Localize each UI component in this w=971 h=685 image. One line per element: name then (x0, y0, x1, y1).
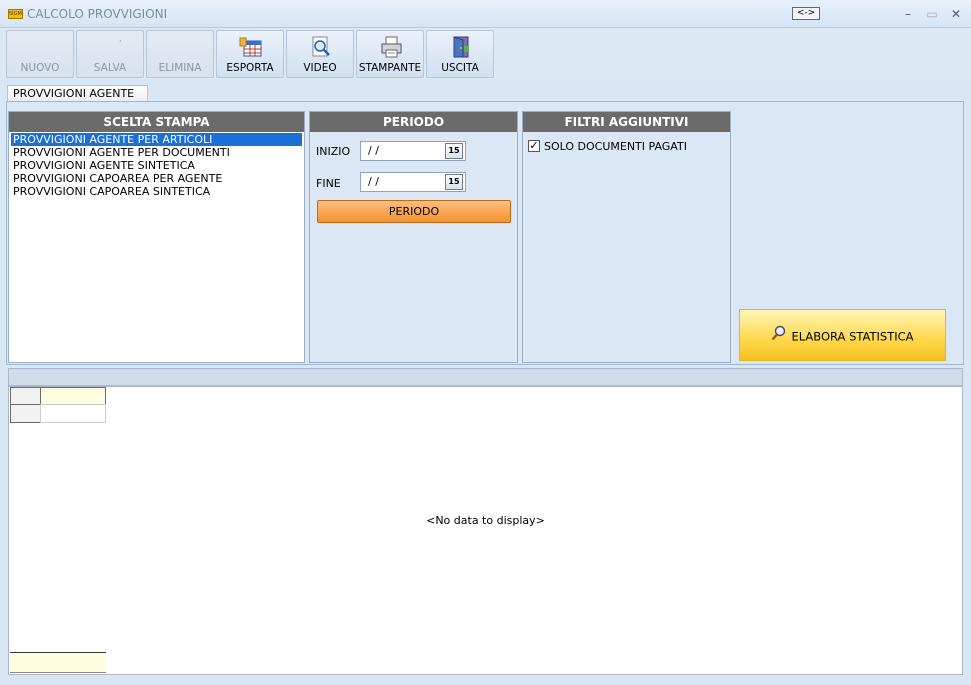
report-list-item[interactable]: PROVVIGIONI CAPOAREA PER AGENTE (11, 172, 302, 185)
nuovo-button[interactable]: NUOVO (6, 30, 74, 78)
solo-documenti-pagati-checkbox[interactable]: ✓ (528, 140, 540, 152)
uscita-button[interactable]: USCITA (426, 30, 494, 78)
printer-icon (381, 36, 402, 58)
grid-row-indicator (10, 387, 41, 405)
grid-footer-cell (10, 652, 106, 673)
grid-row-indicator (10, 404, 41, 423)
report-list-item[interactable]: PROVVIGIONI AGENTE PER DOCUMENTI (11, 146, 302, 159)
minimize-icon[interactable]: – (899, 6, 917, 22)
scelta-stampa-header: SCELTA STAMPA (9, 112, 304, 132)
fine-label: FINE (316, 177, 341, 190)
solo-documenti-pagati-label: SOLO DOCUMENTI PAGATI (544, 140, 687, 153)
salva-label: SALVA (93, 62, 127, 74)
uscita-label: USCITA (441, 62, 479, 74)
video-label: VIDEO (303, 62, 337, 74)
resize-toggle-button[interactable]: <-> (792, 7, 820, 20)
search-icon (771, 311, 787, 363)
stampante-button[interactable]: STAMPANTE (356, 30, 424, 78)
grid-header-cell (40, 387, 106, 405)
elabora-statistica-button[interactable]: ELABORA STATISTICA (739, 309, 946, 361)
exit-door-icon (453, 36, 469, 58)
stampante-label: STAMPANTE (358, 62, 422, 74)
esporta-label: ESPORTA (226, 62, 274, 74)
report-list-item[interactable]: PROVVIGIONI CAPOAREA SINTETICA (11, 185, 302, 198)
grid-filter-cell[interactable] (40, 404, 106, 423)
scelta-stampa-panel: SCELTA STAMPA PROVVIGIONI AGENTE PER ART… (8, 111, 305, 363)
periodo-button[interactable]: PERIODO (317, 200, 511, 223)
inizio-calendar-icon[interactable]: 15 (445, 143, 463, 159)
spreadsheet-icon (239, 37, 262, 57)
report-list: PROVVIGIONI AGENTE PER ARTICOLI PROVVIGI… (9, 132, 304, 199)
maximize-icon[interactable]: ▭ (923, 6, 941, 22)
grid-group-panel (8, 368, 963, 386)
elabora-label: ELABORA STATISTICA (791, 329, 914, 344)
salva-icon: · (119, 37, 122, 46)
window-title: CALCOLO PROVVIGIONI (27, 7, 168, 21)
magnifier-document-icon (312, 36, 330, 57)
esporta-button[interactable]: ESPORTA (216, 30, 284, 78)
nuovo-label: NUOVO (20, 62, 60, 74)
close-icon[interactable]: ✕ (947, 6, 965, 22)
data-grid[interactable] (8, 386, 963, 675)
video-button[interactable]: VIDEO (286, 30, 354, 78)
filtri-header: FILTRI AGGIUNTIVI (523, 112, 730, 132)
elimina-button[interactable]: ELIMINA (146, 30, 214, 78)
elimina-label: ELIMINA (158, 62, 202, 74)
toolbar: NUOVO · SALVA ELIMINA ESPORTA VIDEO STAM… (0, 28, 971, 80)
tab-provvigioni-agente[interactable]: PROVVIGIONI AGENTE (7, 85, 148, 102)
fine-calendar-icon[interactable]: 15 (445, 174, 463, 190)
report-list-item[interactable]: PROVVIGIONI AGENTE SINTETICA (11, 159, 302, 172)
title-bar: SIGMA CALCOLO PROVVIGIONI <-> – ▭ ✕ (0, 0, 971, 28)
app-logo-icon: SIGMA (8, 9, 23, 19)
periodo-header: PERIODO (310, 112, 517, 132)
no-data-message: <No data to display> (426, 514, 545, 527)
inizio-label: INIZIO (316, 145, 351, 158)
salva-button[interactable]: · SALVA (76, 30, 144, 78)
report-list-item[interactable]: PROVVIGIONI AGENTE PER ARTICOLI (11, 133, 302, 146)
